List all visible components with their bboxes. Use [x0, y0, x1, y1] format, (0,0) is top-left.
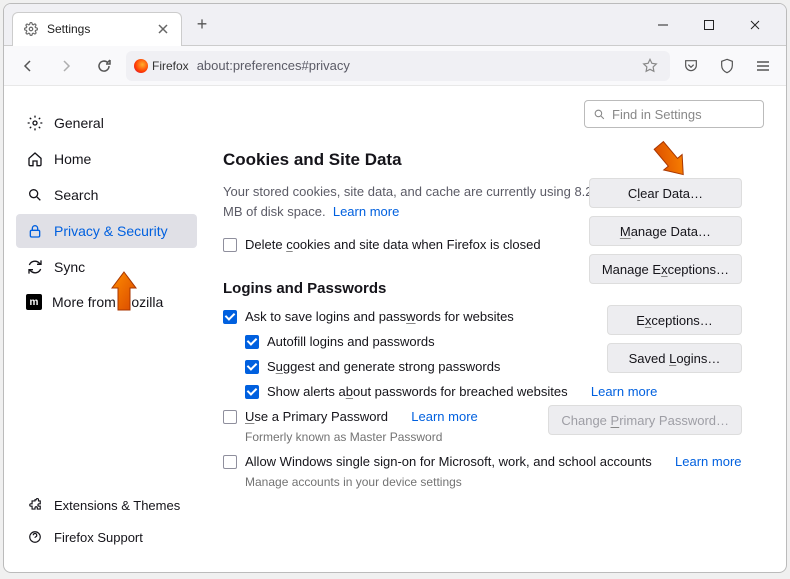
pocket-icon[interactable]: [676, 51, 706, 81]
new-tab-button[interactable]: +: [188, 11, 216, 39]
ask-save-label: Ask to save logins and passwords for web…: [245, 309, 514, 324]
titlebar: Settings +: [4, 4, 786, 46]
forward-button[interactable]: [50, 50, 82, 82]
lock-icon: [26, 222, 44, 240]
manage-exceptions-button[interactable]: Manage Exceptions…: [589, 254, 742, 284]
saved-logins-button[interactable]: Saved Logins…: [607, 343, 742, 373]
sidebar-extensions[interactable]: Extensions & Themes: [16, 490, 197, 520]
close-tab-icon[interactable]: [155, 21, 171, 37]
clear-data-button[interactable]: Clear Data…: [589, 178, 742, 208]
learn-more-link[interactable]: Learn more: [333, 204, 399, 219]
toolbar: Firefox about:preferences#privacy: [4, 46, 786, 86]
bookmark-star-icon[interactable]: [638, 58, 662, 74]
sidebar-label: Sync: [54, 259, 85, 275]
autofill-checkbox[interactable]: [245, 335, 259, 349]
change-primary-button: Change Primary Password…: [548, 405, 742, 435]
cookies-description: Your stored cookies, site data, and cach…: [223, 182, 603, 221]
maximize-button[interactable]: [686, 9, 732, 41]
alerts-learn-more-link[interactable]: Learn more: [591, 384, 657, 399]
sidebar-support[interactable]: Firefox Support: [16, 522, 197, 552]
sidebar-item-sync[interactable]: Sync: [16, 250, 197, 284]
brand-text: Firefox: [152, 59, 189, 73]
home-icon: [26, 150, 44, 168]
primary-learn-more-link[interactable]: Learn more: [411, 409, 477, 424]
gear-icon: [26, 114, 44, 132]
firefox-logo-icon: [134, 59, 148, 73]
sidebar: General Home Search Privacy & Security S…: [4, 86, 209, 572]
back-button[interactable]: [12, 50, 44, 82]
settings-icon: [23, 21, 39, 37]
suggest-checkbox[interactable]: [245, 360, 259, 374]
sso-label: Allow Windows single sign-on for Microso…: [245, 454, 652, 469]
sidebar-label: More from Mozilla: [52, 294, 163, 310]
sidebar-item-privacy[interactable]: Privacy & Security: [16, 214, 197, 248]
firefox-badge: Firefox: [134, 59, 189, 73]
sidebar-item-home[interactable]: Home: [16, 142, 197, 176]
sidebar-item-search[interactable]: Search: [16, 178, 197, 212]
sidebar-label: Home: [54, 151, 91, 167]
menu-icon[interactable]: [748, 51, 778, 81]
sync-icon: [26, 258, 44, 276]
autofill-label: Autofill logins and passwords: [267, 334, 435, 349]
help-icon: [26, 528, 44, 546]
shield-icon[interactable]: [712, 51, 742, 81]
main-panel: Find in Settings Cookies and Site Data Y…: [209, 86, 786, 572]
primary-password-checkbox[interactable]: [223, 410, 237, 424]
mozilla-icon: m: [26, 294, 42, 310]
address-bar[interactable]: Firefox about:preferences#privacy: [126, 51, 670, 81]
sidebar-label: Firefox Support: [54, 530, 143, 545]
suggest-label: Suggest and generate strong passwords: [267, 359, 500, 374]
minimize-button[interactable]: [640, 9, 686, 41]
tab-title: Settings: [47, 22, 147, 36]
sidebar-item-mozilla[interactable]: m More from Mozilla: [16, 286, 197, 318]
browser-tab[interactable]: Settings: [12, 12, 182, 46]
cookies-heading: Cookies and Site Data: [223, 150, 764, 170]
close-window-button[interactable]: [732, 9, 778, 41]
puzzle-icon: [26, 496, 44, 514]
search-icon: [26, 186, 44, 204]
ask-save-checkbox[interactable]: [223, 310, 237, 324]
sidebar-label: Extensions & Themes: [54, 498, 180, 513]
sidebar-item-general[interactable]: General: [16, 106, 197, 140]
delete-cookies-checkbox[interactable]: [223, 238, 237, 252]
primary-password-label: Use a Primary Password: [245, 409, 388, 424]
search-icon: [593, 108, 606, 121]
alerts-label: Show alerts about passwords for breached…: [267, 384, 568, 399]
logins-exceptions-button[interactable]: Exceptions…: [607, 305, 742, 335]
reload-button[interactable]: [88, 50, 120, 82]
sidebar-label: General: [54, 115, 104, 131]
sso-checkbox[interactable]: [223, 455, 237, 469]
sidebar-label: Search: [54, 187, 98, 203]
sso-note: Manage accounts in your device settings: [245, 475, 764, 489]
delete-cookies-label: Delete cookies and site data when Firefo…: [245, 237, 541, 252]
manage-data-button[interactable]: Manage Data…: [589, 216, 742, 246]
alerts-checkbox[interactable]: [245, 385, 259, 399]
url-text: about:preferences#privacy: [197, 58, 350, 73]
sso-learn-more-link[interactable]: Learn more: [675, 454, 741, 469]
settings-search-input[interactable]: Find in Settings: [584, 100, 764, 128]
search-placeholder: Find in Settings: [612, 107, 702, 122]
sidebar-label: Privacy & Security: [54, 223, 168, 239]
